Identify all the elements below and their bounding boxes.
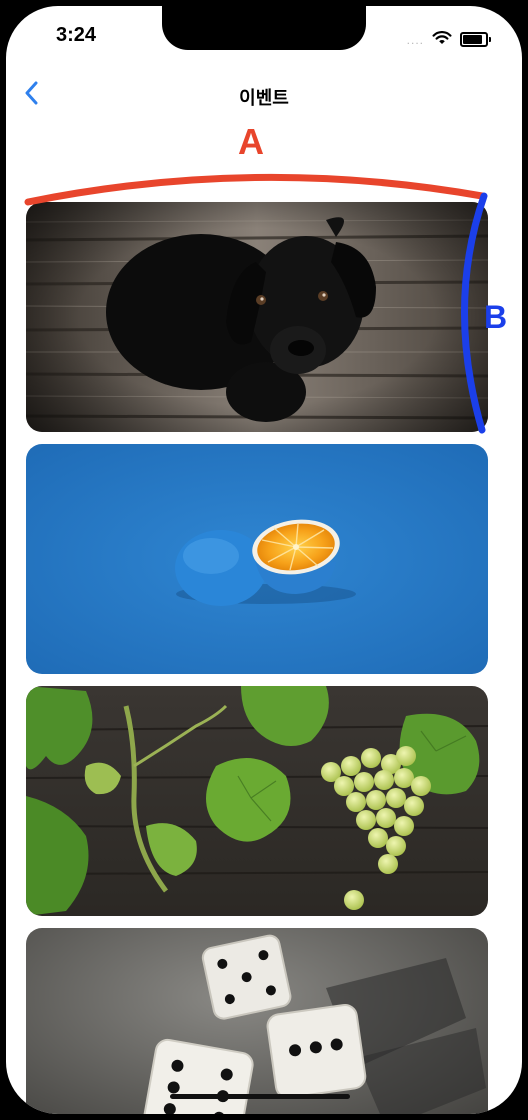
event-card-grapes[interactable] [26, 686, 488, 916]
annotation-label-a: A [238, 121, 264, 162]
battery-icon [460, 32, 491, 47]
signal-icon: .... [406, 32, 424, 47]
notch [162, 6, 366, 50]
page-title: 이벤트 [239, 88, 289, 109]
event-card-orange[interactable] [26, 444, 488, 674]
annotation-arc-a [24, 173, 486, 206]
grapes-image [26, 686, 488, 916]
puppy-image [26, 202, 488, 432]
status-time: 3:24 [56, 24, 97, 46]
home-indicator [170, 1094, 350, 1099]
status-icons: .... [406, 30, 491, 49]
phone-frame: 3:24 .... 이벤트 A B [0, 0, 528, 1120]
orange-image [26, 444, 488, 674]
dice-image [26, 928, 488, 1114]
wifi-icon [432, 30, 452, 49]
event-list [26, 202, 488, 1114]
app-screen: 3:24 .... 이벤트 A B [6, 6, 522, 1114]
event-card-puppy[interactable] [26, 202, 488, 432]
event-card-dice[interactable] [26, 928, 488, 1114]
